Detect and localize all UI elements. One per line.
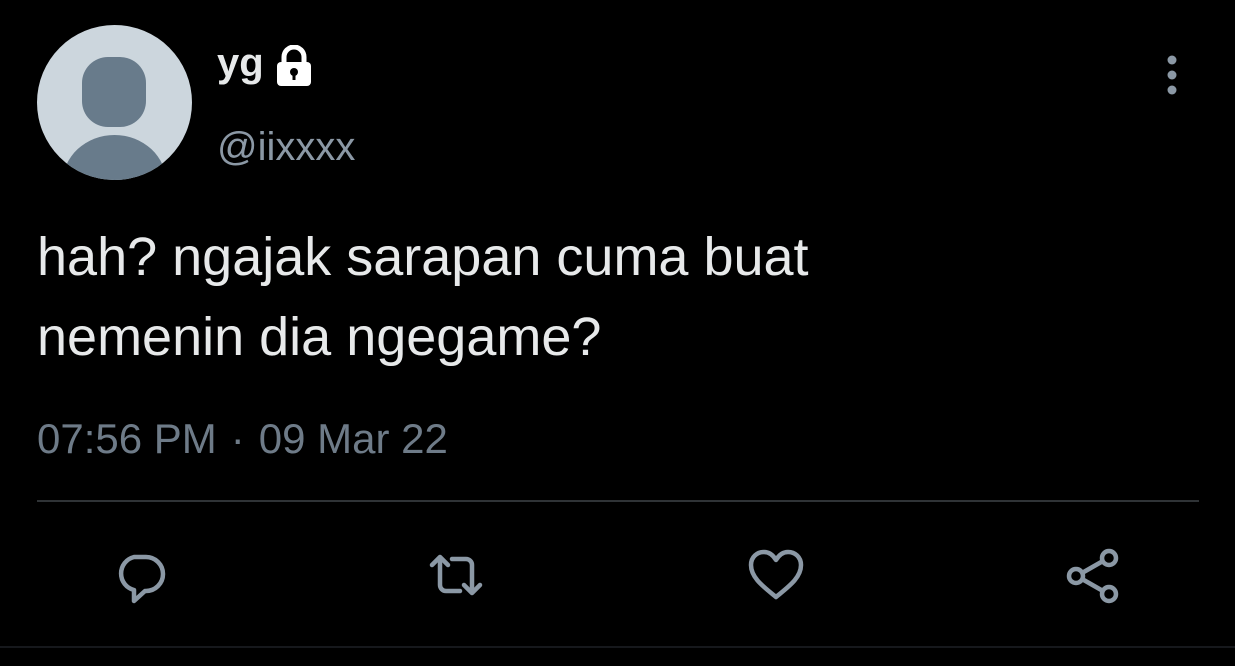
action-bar <box>0 535 1235 615</box>
retweet-icon <box>429 554 483 596</box>
share-icon <box>1066 548 1119 604</box>
like-button[interactable] <box>744 543 808 607</box>
share-button[interactable] <box>1062 543 1126 607</box>
tweet-card: yg @iixxxx hah? ngajak sarapan cuma buat… <box>0 0 1235 666</box>
heart-icon <box>748 549 804 600</box>
default-avatar-icon <box>62 57 167 180</box>
tweet-date[interactable]: 09 Mar 22 <box>259 412 448 466</box>
display-name[interactable]: yg <box>217 38 264 88</box>
retweet-button[interactable] <box>424 543 488 607</box>
divider <box>37 500 1199 502</box>
avatar[interactable] <box>37 25 192 180</box>
tweet-time[interactable]: 07:56 PM <box>37 412 217 466</box>
user-handle[interactable]: @iixxxx <box>217 122 355 172</box>
display-name-row: yg <box>217 38 314 88</box>
reply-button[interactable] <box>108 543 172 607</box>
meta-separator: · <box>230 415 245 462</box>
lock-icon <box>274 44 314 89</box>
tweet-text: hah? ngajak sarapan cuma buat nemenin di… <box>37 217 1137 377</box>
more-vertical-icon[interactable] <box>1150 50 1194 100</box>
tweet-text-line-2: nemenin dia ngegame? <box>37 307 602 367</box>
reply-icon <box>118 554 166 604</box>
tweet-text-line-1: hah? ngajak sarapan cuma buat <box>37 227 809 287</box>
tweet-meta: 07:56 PM · 09 Mar 22 <box>37 412 448 466</box>
bottom-divider <box>0 646 1235 648</box>
